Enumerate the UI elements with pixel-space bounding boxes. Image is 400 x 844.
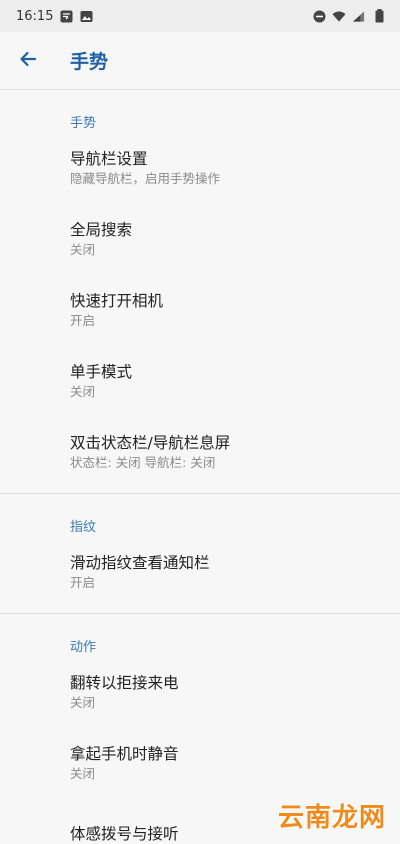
item-summary: 开启 <box>70 574 96 590</box>
list-item-double-tap-sleep[interactable]: 双击状态栏/导航栏息屏 状态栏: 关闭 导航栏: 关闭 <box>0 416 400 487</box>
item-summary: 关闭 <box>70 241 96 257</box>
item-title: 导航栏设置 <box>70 149 148 168</box>
item-summary: 隐藏导航栏，启用手势操作 <box>70 170 221 186</box>
notification-app-icon <box>59 9 73 23</box>
item-title: 全局搜索 <box>70 220 133 239</box>
item-title: 快速打开相机 <box>70 291 164 310</box>
list-item-one-hand-mode[interactable]: 单手模式 关闭 <box>0 345 400 416</box>
status-right <box>312 9 386 23</box>
item-title: 体感拨号与接听 <box>70 824 179 843</box>
battery-icon <box>372 9 386 23</box>
list-item-global-search[interactable]: 全局搜索 关闭 <box>0 203 400 274</box>
image-icon <box>79 9 93 23</box>
wifi-icon <box>332 9 346 23</box>
list-item-flip-to-reject[interactable]: 翻转以拒接来电 关闭 <box>0 656 400 727</box>
item-summary: 关闭 <box>70 765 96 781</box>
item-title: 滑动指纹查看通知栏 <box>70 553 210 572</box>
item-title: 单手模式 <box>70 362 133 381</box>
item-summary: 关闭 <box>70 383 96 399</box>
list-item-pickup-mute[interactable]: 拿起手机时静音 关闭 <box>0 727 400 798</box>
section-gestures: 手势 导航栏设置 隐藏导航栏，启用手势操作 全局搜索 关闭 快速打开相机 开启 … <box>0 90 400 494</box>
status-left: 16:15 <box>16 9 93 24</box>
item-title: 拿起手机时静音 <box>70 744 179 763</box>
section-header: 手势 <box>70 116 97 131</box>
list-item-swipe-fingerprint[interactable]: 滑动指纹查看通知栏 开启 <box>0 536 400 607</box>
back-button[interactable] <box>12 45 44 77</box>
item-summary: 状态栏: 关闭 导航栏: 关闭 <box>70 454 216 470</box>
do-not-disturb-icon <box>312 9 326 23</box>
signal-icon <box>352 9 366 23</box>
section-fingerprint: 指纹 滑动指纹查看通知栏 开启 <box>0 494 400 614</box>
list-item-navigation-bar[interactable]: 导航栏设置 隐藏导航栏，启用手势操作 <box>0 132 400 203</box>
settings-screen: 16:15 手势 手势 导航栏设置 隐藏导航栏，启用手势操作 全局搜索 关闭 快… <box>0 0 400 844</box>
page-title: 手势 <box>70 51 109 73</box>
status-time: 16:15 <box>16 8 54 24</box>
app-bar: 手势 <box>0 32 400 90</box>
item-summary: 开启 <box>70 312 96 328</box>
list-item-motion-dial[interactable]: 体感拨号与接听 <box>0 798 400 844</box>
arrow-left-icon <box>18 49 38 73</box>
item-summary: 关闭 <box>70 694 96 710</box>
item-title: 双击状态栏/导航栏息屏 <box>70 433 231 452</box>
section-actions: 动作 翻转以拒接来电 关闭 拿起手机时静音 关闭 体感拨号与接听 <box>0 614 400 844</box>
list-item-quick-camera[interactable]: 快速打开相机 开启 <box>0 274 400 345</box>
item-title: 翻转以拒接来电 <box>70 673 179 692</box>
status-bar: 16:15 <box>0 0 400 32</box>
section-header: 指纹 <box>70 520 97 535</box>
section-header: 动作 <box>70 640 97 655</box>
